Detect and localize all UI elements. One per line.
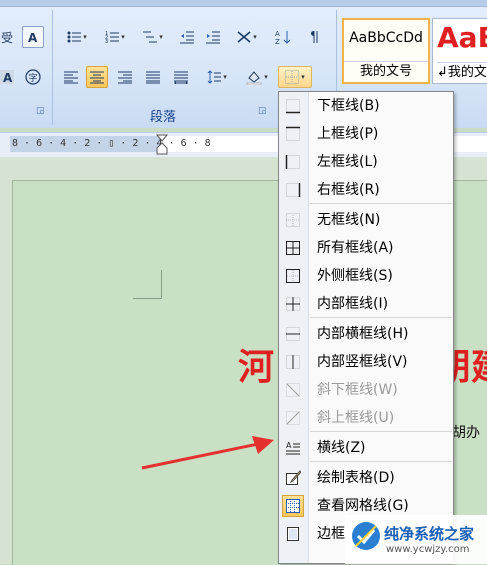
multilevel-list-icon[interactable]: ▾ — [136, 26, 170, 48]
svg-text:A: A — [275, 30, 280, 38]
menu-item-outside-borders[interactable]: 外侧框线(S) — [279, 262, 453, 290]
menu-item-label: 内部横框线(H) — [317, 326, 409, 342]
menu-item-diagonal-down-border[interactable]: 斜下框线(W) — [279, 376, 453, 404]
menu-item-right-border[interactable]: 右框线(R) — [279, 176, 453, 204]
sort-icon[interactable]: AZ — [272, 26, 294, 48]
diagonal-up-border-icon — [285, 410, 301, 426]
borders-and-shading-icon — [285, 526, 301, 542]
diagonal-down-border-icon — [285, 382, 301, 398]
menu-item-label: 斜上框线(U) — [317, 410, 395, 426]
menu-item-label: 所有框线(A) — [317, 240, 394, 256]
menu-item-label: 外侧框线(S) — [317, 268, 393, 284]
inside-vertical-border-icon — [285, 354, 301, 370]
group-separator — [52, 10, 53, 125]
font-dialog-launcher-icon[interactable]: ◲ — [36, 106, 46, 116]
annotation-arrow — [141, 436, 274, 470]
menu-separator — [310, 461, 452, 462]
menu-separator — [310, 431, 452, 432]
borders-dropdown-icon[interactable]: ▾ — [278, 66, 312, 88]
top-border-icon — [285, 126, 301, 142]
change-case-icon[interactable]: 受 — [0, 26, 18, 48]
menu-item-label: 内部竖框线(V) — [317, 354, 408, 370]
style-sample: AaBbCcDd — [349, 30, 423, 46]
svg-text:A: A — [3, 71, 13, 84]
enclose-characters-icon[interactable]: 字 — [22, 66, 44, 88]
menu-item-all-borders[interactable]: 所有框线(A) — [279, 234, 453, 262]
shading-icon[interactable]: ▾ — [240, 66, 274, 88]
line-spacing-icon[interactable]: ▾ — [200, 66, 234, 88]
style-gallery-item[interactable]: AaB ↲我的文 — [432, 18, 487, 84]
draw-table-icon — [285, 470, 302, 486]
align-left-icon[interactable] — [60, 66, 82, 88]
menu-item-bottom-border[interactable]: 下框线(B) — [279, 92, 453, 120]
center-icon[interactable] — [86, 66, 108, 88]
svg-text:Z: Z — [275, 38, 280, 45]
paragraph-dialog-launcher-icon[interactable]: ◲ — [258, 106, 268, 116]
menu-item-label: 上框线(P) — [317, 126, 379, 142]
menu-item-diagonal-up-border[interactable]: 斜上框线(U) — [279, 404, 453, 432]
menu-item-inside-borders[interactable]: 内部框线(I) — [279, 290, 453, 318]
decrease-indent-icon[interactable] — [176, 26, 198, 48]
watermark-logo-icon — [350, 520, 382, 556]
svg-text:受: 受 — [1, 31, 13, 44]
distributed-icon[interactable] — [170, 66, 192, 88]
menu-item-left-border[interactable]: 左框线(L) — [279, 148, 453, 176]
menu-item-top-border[interactable]: 上框线(P) — [279, 120, 453, 148]
inside-horizontal-border-icon — [285, 326, 301, 342]
style-gallery-item[interactable]: AaBbCcDd 我的文号 — [342, 18, 430, 84]
left-border-icon — [285, 154, 301, 170]
menu-item-label: 右框线(R) — [317, 182, 380, 198]
bullets-icon[interactable]: ▾ — [60, 26, 94, 48]
character-border-icon[interactable]: A — [22, 26, 44, 48]
menu-item-inside-horizontal-border[interactable]: 内部横框线(H) — [279, 320, 453, 348]
bottom-border-icon — [285, 98, 301, 114]
menu-item-horizontal-line[interactable]: A 横线(Z) — [279, 434, 453, 462]
horizontal-line-icon: A — [285, 440, 301, 456]
menu-separator — [310, 317, 452, 318]
no-border-icon — [285, 212, 301, 228]
menu-item-inside-vertical-border[interactable]: 内部竖框线(V) — [279, 348, 453, 376]
watermark-title: 纯净系统之家 — [384, 525, 475, 543]
ribbon-tab-strip — [0, 0, 487, 7]
menu-item-label: 内部框线(I) — [317, 296, 389, 312]
chinese-layout-icon[interactable]: ▾ — [230, 26, 264, 48]
align-right-icon[interactable] — [114, 66, 136, 88]
justify-icon[interactable] — [142, 66, 164, 88]
paragraph-group-label: 段落 — [150, 110, 177, 125]
menu-item-label: 左框线(L) — [317, 154, 378, 170]
inside-borders-icon — [285, 296, 301, 312]
all-borders-icon — [285, 240, 301, 256]
menu-item-label: 边框 — [317, 526, 345, 542]
style-sample: AaB — [437, 21, 487, 54]
character-shading-icon[interactable]: A — [0, 66, 18, 88]
menu-item-label: 下框线(B) — [317, 98, 380, 114]
svg-text:字: 字 — [29, 72, 38, 84]
style-name: 我的文号 — [344, 61, 428, 82]
svg-text:A: A — [286, 441, 292, 450]
document-text: 胡办 — [452, 425, 480, 441]
svg-text:A: A — [28, 31, 38, 44]
numbering-icon[interactable]: 1 2 3 ▾ — [98, 26, 132, 48]
view-gridlines-icon — [282, 495, 304, 517]
menu-item-label: 斜下框线(W) — [317, 382, 398, 398]
menu-item-label: 无框线(N) — [317, 212, 381, 228]
outside-borders-icon — [285, 268, 301, 284]
style-name: ↲我的文 — [437, 62, 487, 83]
menu-item-label: 绘制表格(D) — [317, 470, 395, 486]
menu-item-draw-table[interactable]: 绘制表格(D) — [279, 464, 453, 492]
margin-corner-mark — [133, 270, 162, 299]
watermark-url: www.ycwjzy.com — [386, 544, 470, 555]
increase-indent-icon[interactable] — [202, 26, 224, 48]
svg-text:3: 3 — [105, 39, 108, 44]
menu-item-label: 横线(Z) — [317, 440, 366, 456]
menu-item-no-border[interactable]: 无框线(N) — [279, 206, 453, 234]
show-hide-marks-icon[interactable] — [306, 26, 328, 48]
document-title-left: 河 — [238, 347, 275, 388]
ruler-ticks: 8 · 6 · 4 · 2 · ▯ · 2 · 4 · 6 · 8 — [12, 138, 211, 149]
menu-separator — [310, 203, 452, 204]
right-border-icon — [285, 182, 301, 198]
